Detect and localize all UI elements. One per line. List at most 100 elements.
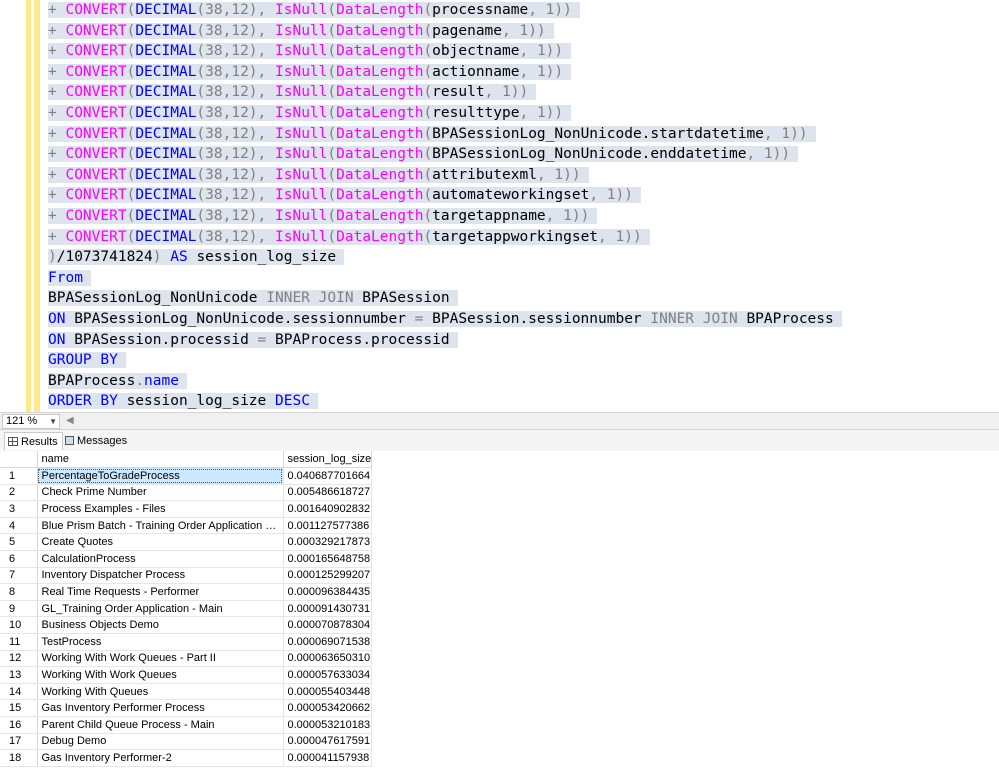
isnull-keyword: IsNull bbox=[275, 166, 328, 183]
column-name: BPASessionLog_NonUnicode.startdatetime bbox=[432, 125, 764, 142]
cell-session-log-size[interactable]: 0.001640902832 bbox=[283, 500, 373, 518]
cell-name[interactable]: Blue Prism Batch - Training Order Applic… bbox=[37, 517, 284, 535]
table-row[interactable]: 3 Process Examples - Files 0.001640902832 bbox=[0, 500, 373, 518]
row-number[interactable]: 12 bbox=[0, 650, 38, 668]
row-number[interactable]: 4 bbox=[0, 517, 38, 535]
row-number[interactable]: 3 bbox=[0, 500, 38, 518]
row-number[interactable]: 8 bbox=[0, 583, 38, 601]
table-row[interactable]: 5 Create Quotes 0.000329217873 bbox=[0, 533, 373, 552]
row-number[interactable]: 1 bbox=[0, 467, 38, 485]
cell-name[interactable]: CalculationProcess bbox=[37, 550, 284, 568]
order-by-keyword: ORDER BY bbox=[48, 393, 118, 410]
cell-session-log-size[interactable]: 0.000091430731 bbox=[283, 600, 373, 618]
cell-session-log-size[interactable]: 0.000070878304 bbox=[283, 616, 373, 635]
query-editor[interactable]: + CONVERT(DECIMAL(38,12), IsNull(DataLen… bbox=[0, 0, 999, 412]
table-row[interactable]: 8 Real Time Requests - Performer 0.0000963… bbox=[0, 583, 373, 601]
cell-session-log-size[interactable]: 0.000057633034 bbox=[283, 666, 373, 684]
row-number[interactable]: 9 bbox=[0, 600, 38, 618]
datalength-keyword: DataLength bbox=[336, 63, 424, 80]
isnull-keyword: IsNull bbox=[275, 22, 328, 39]
cell-session-log-size[interactable]: 0.000069071538 bbox=[283, 633, 373, 651]
table-row[interactable]: 15 Gas Inventory Performer Process 0.00005… bbox=[0, 699, 373, 717]
cell-name[interactable]: Debug Demo bbox=[37, 733, 284, 751]
cell-session-log-size[interactable]: 0.000041157938 bbox=[283, 749, 373, 767]
tab-results[interactable]: Results bbox=[4, 432, 63, 450]
cell-session-log-size[interactable]: 0.000125299207 bbox=[283, 567, 373, 585]
row-number[interactable]: 18 bbox=[0, 749, 38, 767]
table-row[interactable]: 10 Business Objects Demo 0.000070878304 bbox=[0, 616, 373, 635]
cell-session-log-size[interactable]: 0.005486618727 bbox=[283, 484, 373, 502]
table-row[interactable]: 13 Working With Work Queues 0.000057633034 bbox=[0, 666, 373, 684]
row-number[interactable]: 7 bbox=[0, 567, 38, 585]
plus-operator: + bbox=[48, 187, 66, 204]
table-row[interactable]: 17 Debug Demo 0.000047617591 bbox=[0, 733, 373, 751]
cell-session-log-size[interactable]: 0.000053210183 bbox=[283, 716, 373, 734]
cell-name[interactable]: Real Time Requests - Performer bbox=[37, 583, 284, 601]
row-number-header[interactable] bbox=[0, 451, 38, 469]
table-row[interactable]: 11 TestProcess 0.000069071538 bbox=[0, 633, 373, 651]
row-number[interactable]: 6 bbox=[0, 550, 38, 568]
row-number[interactable]: 15 bbox=[0, 699, 38, 717]
alias-name: session_log_size bbox=[196, 249, 337, 266]
row-number[interactable]: 11 bbox=[0, 633, 38, 651]
cell-name[interactable]: PercentageToGradeProcess bbox=[37, 467, 284, 485]
results-grid[interactable]: name session_log_size 1 PercentageToGrade… bbox=[0, 451, 999, 771]
row-number[interactable]: 16 bbox=[0, 716, 38, 734]
row-number[interactable]: 17 bbox=[0, 733, 38, 751]
datalength-keyword: DataLength bbox=[336, 146, 424, 163]
table-row[interactable]: 18 Gas Inventory Performer-2 0.00004115793… bbox=[0, 749, 373, 767]
cell-name[interactable]: Create Quotes bbox=[37, 533, 284, 552]
cell-session-log-size[interactable]: 0.000053420662 bbox=[283, 699, 373, 717]
cell-name[interactable]: Check Prime Number bbox=[37, 484, 284, 502]
cell-session-log-size[interactable]: 0.000329217873 bbox=[283, 533, 373, 552]
table-row[interactable]: 16 Parent Child Queue Process - Main 0.000… bbox=[0, 716, 373, 734]
convert-keyword: CONVERT bbox=[65, 228, 127, 245]
row-number[interactable]: 10 bbox=[0, 616, 38, 635]
zoom-value: 121 % bbox=[6, 415, 38, 427]
cell-session-log-size[interactable]: 0.000047617591 bbox=[283, 733, 373, 751]
column-header-name[interactable]: name bbox=[37, 451, 284, 469]
cell-name[interactable]: Process Examples - Files bbox=[37, 500, 284, 518]
cell-name[interactable]: Business Objects Demo bbox=[37, 616, 284, 635]
cell-name[interactable]: Working With Work Queues bbox=[37, 666, 284, 684]
cell-session-log-size[interactable]: 0.000055403448 bbox=[283, 683, 373, 701]
cell-session-log-size[interactable]: 0.000165648758 bbox=[283, 550, 373, 568]
cell-name[interactable]: Gas Inventory Performer-2 bbox=[37, 749, 284, 767]
cell-name[interactable]: Inventory Dispatcher Process bbox=[37, 567, 284, 585]
code-line: + CONVERT(DECIMAL(38,12), IsNull(DataLen… bbox=[48, 227, 842, 248]
row-number[interactable]: 13 bbox=[0, 666, 38, 684]
cell-session-log-size[interactable]: 0.000096384435 bbox=[283, 583, 373, 601]
plus-operator: + bbox=[48, 43, 66, 60]
cell-name[interactable]: GL_Training Order Application - Main bbox=[37, 600, 284, 618]
cell-session-log-size[interactable]: 0.000063650310 bbox=[283, 650, 373, 668]
zoom-dropdown[interactable]: 121 % ▼ bbox=[2, 414, 60, 429]
column-header-session-log-size[interactable]: session_log_size bbox=[283, 451, 373, 469]
cell-name[interactable]: Working With Work Queues - Part II bbox=[37, 650, 284, 668]
cell-name[interactable]: Parent Child Queue Process - Main bbox=[37, 716, 284, 734]
convert-keyword: CONVERT bbox=[65, 207, 127, 224]
table-row[interactable]: 4 Blue Prism Batch - Training Order Appli… bbox=[0, 517, 373, 535]
cell-name[interactable]: TestProcess bbox=[37, 633, 284, 651]
table-row[interactable]: 7 Inventory Dispatcher Process 0.000125299… bbox=[0, 567, 373, 585]
sql-code[interactable]: + CONVERT(DECIMAL(38,12), IsNull(DataLen… bbox=[48, 0, 842, 412]
cell-session-log-size[interactable]: 0.001127577386 bbox=[283, 517, 373, 535]
cell-name[interactable]: Working With Queues bbox=[37, 683, 284, 701]
cell-name[interactable]: Gas Inventory Performer Process bbox=[37, 699, 284, 717]
table-row[interactable]: 9 GL_Training Order Application - Main 0.0… bbox=[0, 600, 373, 618]
grid-icon bbox=[8, 437, 18, 446]
code-line-order-by: ORDER BY session_log_size DESC bbox=[48, 391, 842, 412]
scroll-left-icon[interactable]: ◀ bbox=[66, 415, 74, 426]
row-number[interactable]: 5 bbox=[0, 533, 38, 552]
table-row[interactable]: 12 Working With Work Queues - Part II 0.00… bbox=[0, 650, 373, 668]
cell-session-log-size[interactable]: 0.040687701664 bbox=[283, 467, 373, 485]
table-row[interactable]: 1 PercentageToGradeProcess 0.040687701664 bbox=[0, 467, 373, 485]
table-row[interactable]: 6 CalculationProcess 0.000165648758 bbox=[0, 550, 373, 568]
table-row[interactable]: 14 Working With Queues 0.000055403448 bbox=[0, 683, 373, 701]
convert-keyword: CONVERT bbox=[65, 22, 127, 39]
tab-messages[interactable]: Messages bbox=[62, 432, 131, 450]
table-row[interactable]: 2 Check Prime Number 0.005486618727 bbox=[0, 484, 373, 502]
row-number[interactable]: 2 bbox=[0, 484, 38, 502]
row-number[interactable]: 14 bbox=[0, 683, 38, 701]
as-keyword: AS bbox=[170, 249, 188, 266]
results-table: name session_log_size 1 PercentageToGrade… bbox=[0, 451, 373, 767]
